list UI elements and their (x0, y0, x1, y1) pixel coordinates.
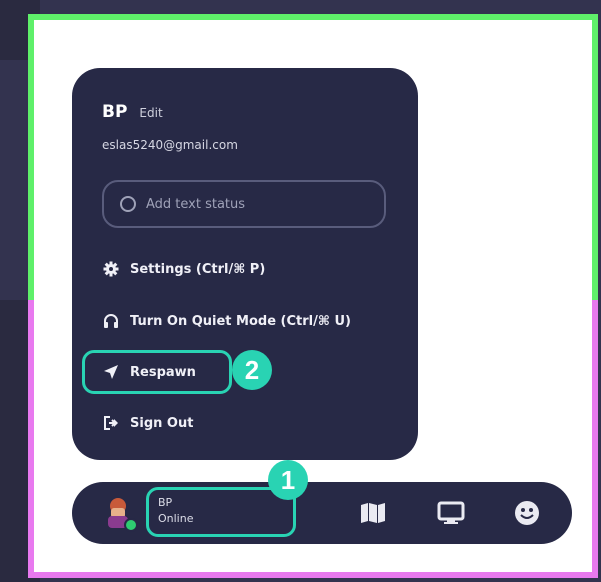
user-email: eslas5240@gmail.com (102, 138, 238, 152)
edit-profile-link[interactable]: Edit (139, 106, 162, 120)
menu-item-label: Turn On Quiet Mode (Ctrl/⌘ U) (130, 313, 351, 329)
menu-item-quiet-mode[interactable]: Turn On Quiet Mode (Ctrl/⌘ U) (102, 312, 351, 330)
frame-accent-right (592, 300, 598, 578)
text-status-input[interactable]: Add text status (102, 180, 386, 228)
online-status-dot (124, 518, 138, 532)
user-row: BP Edit (102, 102, 163, 122)
menu-item-settings[interactable]: Settings (Ctrl/⌘ P) (102, 260, 265, 278)
menu-item-label: Settings (Ctrl/⌘ P) (130, 261, 266, 277)
emoji-icon[interactable] (512, 499, 542, 527)
sign-out-icon (102, 414, 120, 432)
gear-icon (102, 260, 120, 278)
headphones-icon (102, 312, 120, 330)
screen-share-icon[interactable] (436, 499, 466, 527)
menu-item-label: Sign Out (130, 415, 194, 431)
step-1-badge: 1 (268, 460, 308, 500)
map-icon[interactable] (358, 499, 388, 527)
respawn-highlight (82, 350, 232, 394)
profile-menu: BP Edit eslas5240@gmail.com Add text sta… (72, 68, 418, 460)
step-2-badge: 2 (232, 350, 272, 390)
status-placeholder: Add text status (146, 196, 246, 212)
menu-item-sign-out[interactable]: Sign Out (102, 414, 193, 432)
frame-accent-left (28, 300, 34, 578)
status-emoji-icon (120, 196, 136, 212)
user-name: BP (102, 102, 128, 122)
